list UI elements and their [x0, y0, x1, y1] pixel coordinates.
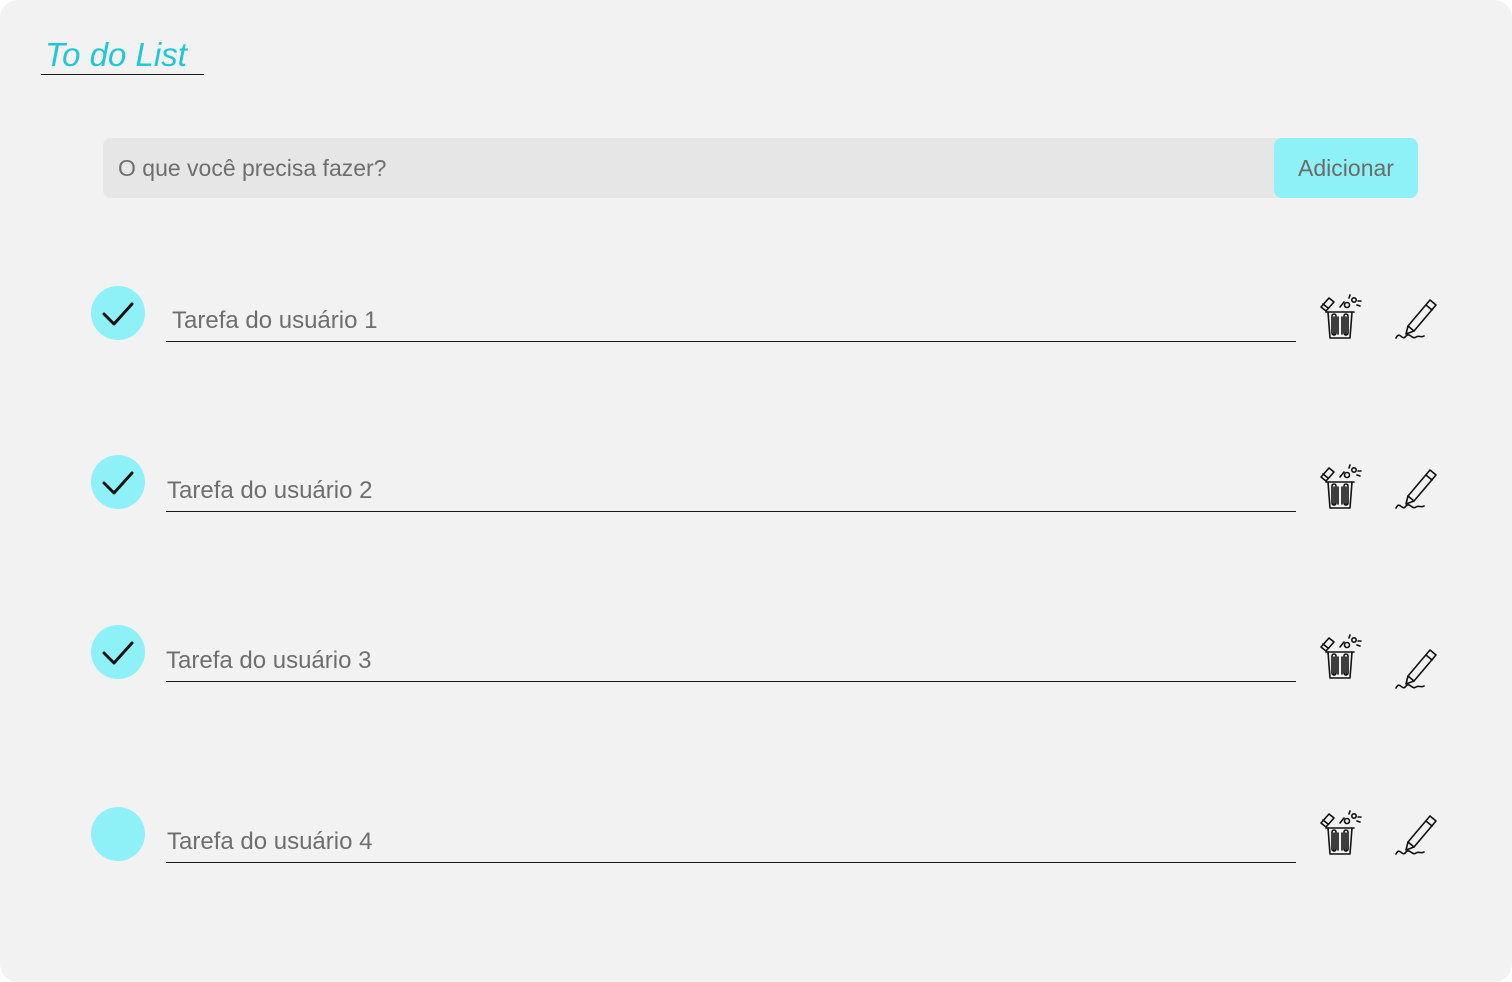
edit-task-button[interactable]	[1392, 294, 1440, 342]
delete-task-button[interactable]	[1316, 810, 1364, 858]
trash-icon	[1320, 810, 1362, 855]
task-complete-toggle[interactable]	[91, 286, 145, 340]
checkmark-icon	[102, 471, 134, 495]
task-label: Tarefa do usuário 3	[166, 647, 372, 674]
checkmark-icon	[102, 302, 134, 326]
page-title-container: To do List	[41, 36, 204, 75]
pencil-icon	[1395, 299, 1437, 339]
page-title: To do List	[45, 36, 187, 73]
task-label-field[interactable]: Tarefa do usuário 1	[166, 301, 1296, 342]
task-complete-toggle[interactable]	[91, 807, 145, 861]
add-task-button[interactable]: Adicionar	[1274, 138, 1418, 198]
task-label: Tarefa do usuário 1	[172, 307, 378, 334]
edit-task-button[interactable]	[1392, 810, 1440, 858]
edit-task-button[interactable]	[1392, 644, 1440, 692]
trash-icon	[1320, 634, 1362, 679]
delete-task-button[interactable]	[1316, 634, 1364, 682]
edit-task-button[interactable]	[1392, 464, 1440, 512]
pencil-icon	[1395, 815, 1437, 855]
add-task-bar: Adicionar	[103, 138, 1418, 198]
pencil-icon	[1395, 649, 1437, 689]
task-complete-toggle[interactable]	[91, 455, 145, 509]
task-label-field[interactable]: Tarefa do usuário 4	[166, 822, 1296, 863]
delete-task-button[interactable]	[1316, 464, 1364, 512]
task-label: Tarefa do usuário 2	[167, 477, 373, 504]
task-row: Tarefa do usuário 4	[0, 800, 1512, 870]
task-label-field[interactable]: Tarefa do usuário 3	[166, 641, 1296, 682]
trash-icon	[1320, 294, 1362, 339]
task-row: Tarefa do usuário 2	[0, 448, 1512, 518]
task-row: Tarefa do usuário 1	[0, 278, 1512, 348]
checkmark-icon	[102, 641, 134, 665]
task-label-field[interactable]: Tarefa do usuário 2	[166, 471, 1296, 512]
todo-app: To do List Adicionar Tarefa do usuário 1	[0, 0, 1512, 982]
task-complete-toggle[interactable]	[91, 625, 145, 679]
pencil-icon	[1395, 469, 1437, 509]
task-label: Tarefa do usuário 4	[167, 828, 373, 855]
task-row: Tarefa do usuário 3	[0, 618, 1512, 689]
delete-task-button[interactable]	[1316, 294, 1364, 342]
trash-icon	[1320, 464, 1362, 509]
new-task-input[interactable]	[103, 138, 1273, 198]
